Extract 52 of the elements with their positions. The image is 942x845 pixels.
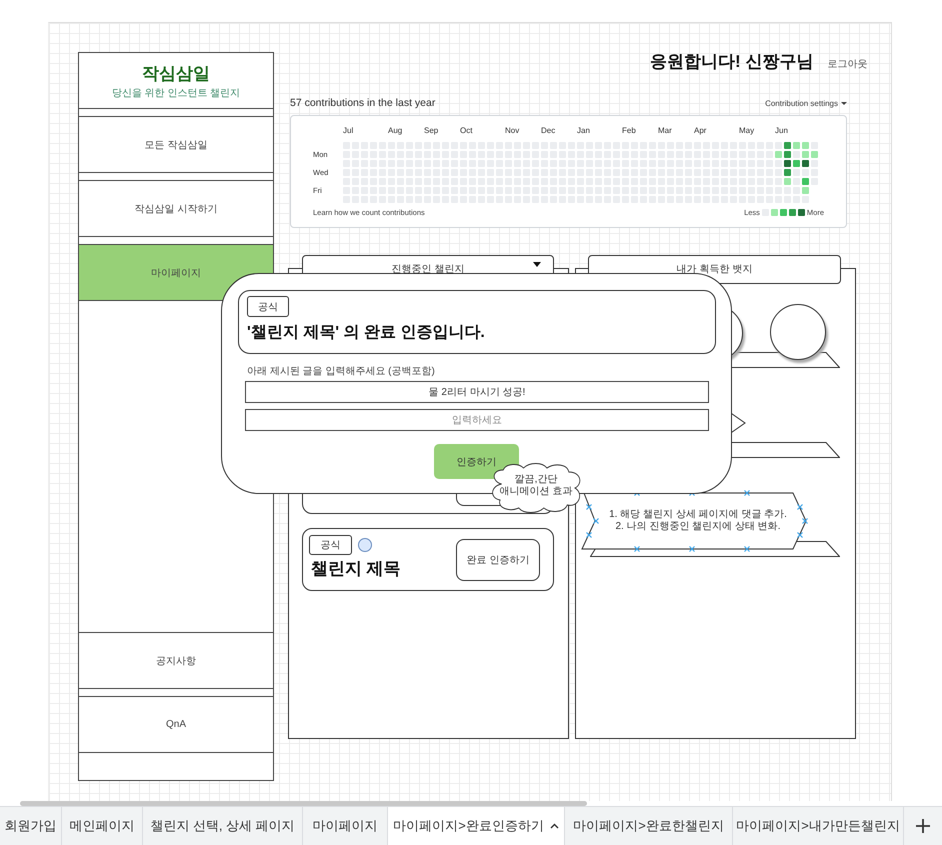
sidebar-item[interactable]: 모든 작심삼일 — [79, 116, 273, 173]
logo-text: 작심삼일 — [142, 62, 210, 84]
month-label: Feb — [622, 126, 636, 137]
plus-icon — [916, 819, 930, 833]
handle-icon[interactable] — [634, 546, 640, 552]
month-label: Jan — [577, 126, 590, 137]
month-label: Dec — [541, 126, 556, 137]
handle-icon[interactable] — [744, 490, 750, 496]
legend-swatch — [780, 209, 787, 216]
legend-swatch — [788, 209, 796, 216]
caret-up-icon[interactable] — [550, 823, 559, 829]
challenge-title: 챌린지 제목 — [311, 558, 401, 580]
month-label: Aug — [388, 126, 402, 137]
greeting-text: 응원합니다! 신짱구님 — [650, 51, 814, 73]
given-text-box: 물 2리터 마시기 성공! — [245, 381, 709, 403]
month-label: Mar — [658, 126, 672, 137]
sidebar-item[interactable]: QnA — [79, 696, 273, 753]
handle-icon[interactable] — [586, 504, 592, 510]
tag-label: 공식 — [309, 535, 352, 555]
tag-label: 공식 — [247, 296, 289, 317]
dialog-heading: '챌린지 제목' 의 완료 인증입니다. — [247, 323, 485, 343]
note-text: 1. 해당 챌린지 상세 페이지에 댓글 추가. 2. 나의 진행중인 챌린지에 상태 변화. — [608, 509, 788, 533]
legend-swatch — [770, 209, 778, 216]
instruction-text: 아래 제시된 글을 입력해주세요 (공백포함) — [247, 365, 435, 378]
logout-link[interactable]: 로그아웃 — [827, 57, 868, 71]
page-tab[interactable]: 마이페이지>완료인증하기 — [388, 807, 565, 845]
complete-button[interactable]: 완료 인증하기 — [456, 539, 540, 581]
tagline: 당신을 위한 인스턴트 챌린지 — [112, 86, 240, 100]
handle-icon[interactable] — [797, 532, 803, 538]
month-label: Apr — [694, 126, 706, 137]
contributions-title: 57 contributions in the last year — [290, 97, 436, 109]
sidebar-item[interactable]: 마이페이지 — [79, 244, 273, 301]
dropdown-arrow-icon — [533, 262, 541, 267]
handle-icon[interactable] — [593, 518, 599, 524]
scrollbar[interactable] — [20, 801, 587, 806]
caret-icon — [841, 102, 847, 104]
month-label: Sep — [424, 126, 438, 137]
month-label: Oct — [460, 126, 472, 137]
month-label: Jul — [343, 126, 354, 137]
legend-swatch — [798, 209, 805, 216]
handle-icon[interactable] — [689, 546, 695, 552]
month-label: Jun — [775, 126, 788, 137]
handle-icon[interactable] — [802, 518, 808, 524]
handle-icon[interactable] — [797, 504, 803, 510]
month-label: May — [739, 126, 754, 137]
sidebar-item[interactable]: 공지사항 — [79, 632, 273, 689]
handle-icon[interactable] — [586, 532, 592, 538]
handle-icon[interactable] — [744, 546, 750, 552]
settings-dropdown[interactable]: Contribution settings — [765, 98, 847, 108]
status-dot-icon — [358, 538, 372, 552]
month-label: Nov — [505, 126, 520, 137]
sidebar-item[interactable]: 작심삼일 시작하기 — [79, 180, 273, 237]
